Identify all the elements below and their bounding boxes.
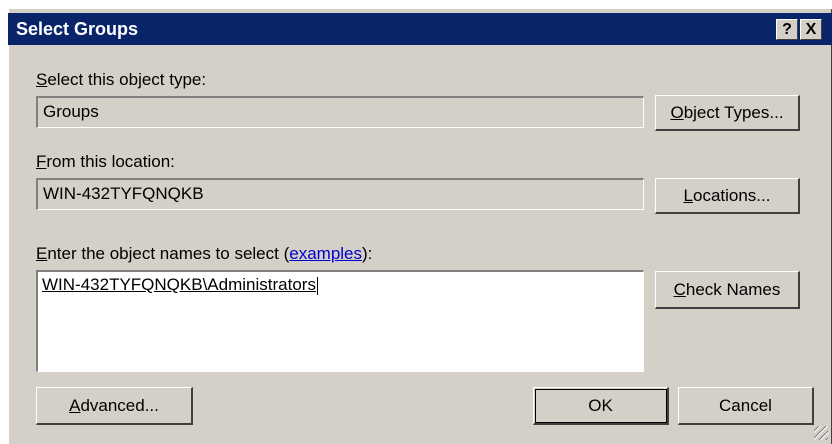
- examples-link[interactable]: examples: [289, 244, 362, 263]
- check-names-button[interactable]: Check Names: [655, 271, 800, 309]
- object-names-input[interactable]: WIN-432TYFQNQKB\Administrators: [36, 270, 644, 372]
- object-type-label: Select this object type:: [36, 70, 207, 89]
- location-field: WIN-432TYFQNQKB: [36, 178, 644, 210]
- object-type-field: Groups: [36, 96, 644, 128]
- object-names-text: WIN-432TYFQNQKB\Administrators: [42, 275, 316, 294]
- close-button[interactable]: X: [800, 19, 822, 40]
- object-types-button[interactable]: Object Types...: [655, 95, 800, 131]
- advanced-button[interactable]: Advanced...: [36, 387, 193, 425]
- title-bar: Select Groups ? X: [8, 13, 832, 45]
- cancel-button[interactable]: Cancel: [678, 387, 814, 425]
- ok-button[interactable]: OK: [533, 387, 669, 425]
- select-groups-dialog: Select Groups ? X Select this object typ…: [8, 8, 832, 444]
- text-caret: [316, 276, 318, 295]
- location-label: From this location:: [36, 152, 175, 171]
- resize-grip-icon[interactable]: [814, 426, 828, 440]
- locations-button[interactable]: Locations...: [655, 178, 800, 214]
- dialog-title: Select Groups: [16, 19, 139, 39]
- help-button[interactable]: ?: [776, 19, 798, 40]
- object-names-label: Enter the object names to select (exampl…: [36, 244, 373, 263]
